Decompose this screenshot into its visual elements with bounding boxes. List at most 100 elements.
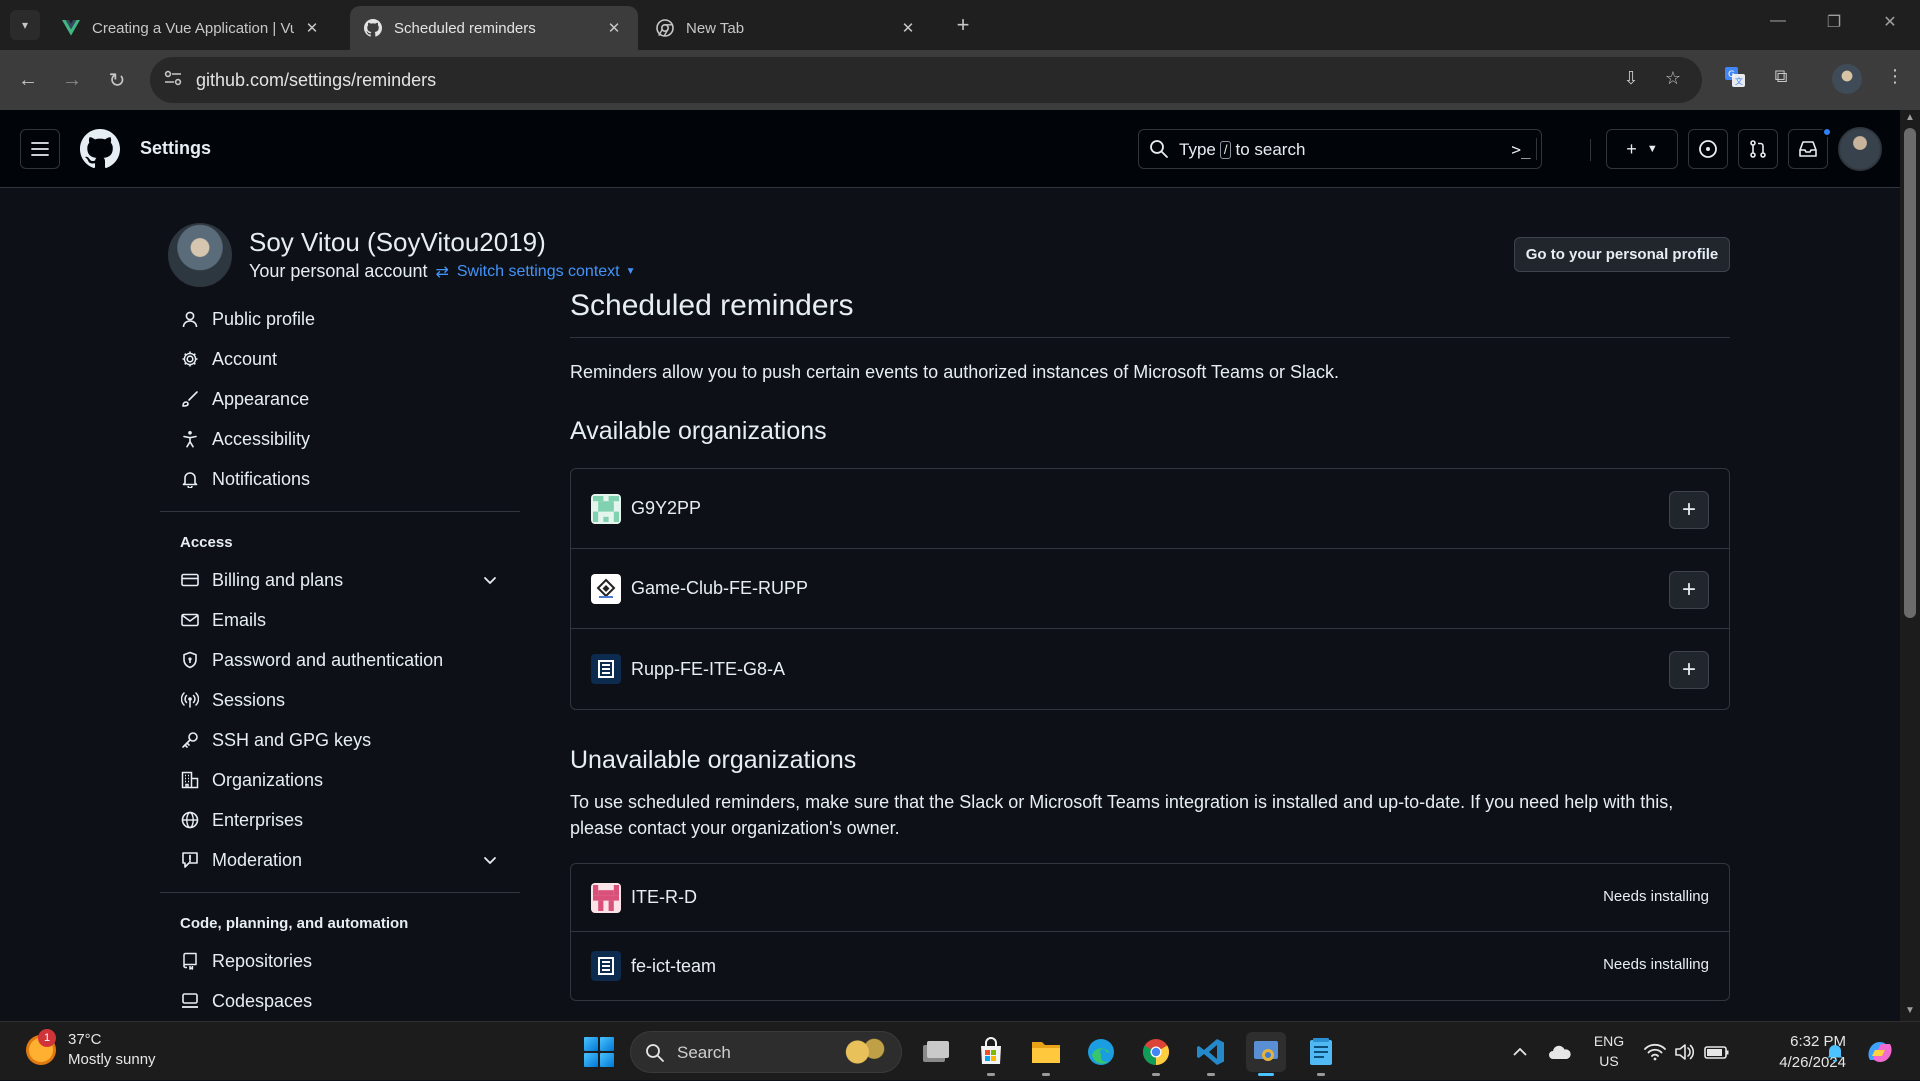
plus-icon: + [1681,576,1696,603]
windows-start-icon[interactable] [584,1037,614,1067]
language-indicator[interactable]: ENG US [1592,1031,1626,1071]
tab-new-tab[interactable]: New Tab ✕ [642,6,932,50]
address-bar[interactable]: github.com/settings/reminders ⇩ ☆ [150,57,1702,103]
add-reminder-button[interactable]: + [1669,651,1709,689]
caret-down-icon: ▼ [625,266,636,277]
sidebar-item-account[interactable]: Account [160,339,520,379]
sidebar-item-notifications[interactable]: Notifications [160,459,520,499]
extensions-icon[interactable]: ⧉ [1766,66,1796,96]
scrollbar-thumb[interactable] [1904,128,1916,618]
notification-bell-icon[interactable] [1826,1022,1844,1081]
task-view-icon[interactable] [916,1032,956,1072]
reload-icon[interactable]: ↻ [101,64,133,96]
github-logo-icon[interactable] [80,129,120,169]
battery-icon[interactable] [1704,1022,1730,1081]
context-title[interactable]: Settings [140,138,211,159]
chevron-down-icon[interactable] [482,852,498,868]
taskbar-search[interactable]: Search [630,1031,902,1073]
notepad-icon[interactable] [1301,1032,1341,1076]
sidebar-item-enterprises[interactable]: Enterprises [160,800,520,840]
vue-icon [62,19,80,37]
tab-search-button[interactable]: ▾ [10,10,40,40]
sidebar-item-emails[interactable]: Emails [160,600,520,640]
list-item: Game-Club-FE-RUPP + [571,549,1729,629]
close-tab-icon[interactable]: ✕ [898,19,918,37]
search-input[interactable]: Type / to search [1138,129,1542,169]
user-avatar[interactable] [1838,127,1882,171]
wifi-icon[interactable] [1644,1022,1666,1081]
chrome-taskbar-icon[interactable] [1136,1032,1176,1076]
svg-text:G: G [1728,70,1735,80]
show-hidden-icons[interactable] [1512,1022,1528,1081]
plus-icon: + [1681,656,1696,683]
command-palette-icon[interactable]: >_ [1500,129,1542,169]
site-info-icon[interactable] [164,70,186,90]
scroll-up-icon[interactable]: ▲ [1904,112,1916,123]
onedrive-icon[interactable] [1548,1022,1572,1081]
tab-vue-docs[interactable]: Creating a Vue Application | Vu ✕ [48,6,336,50]
active-app-icon[interactable] [1246,1032,1286,1076]
sidebar-item-appearance[interactable]: Appearance [160,379,520,419]
sidebar-item-ssh-gpg[interactable]: SSH and GPG keys [160,720,520,760]
scroll-down-icon[interactable]: ▼ [1904,1005,1916,1016]
hamburger-menu-button[interactable] [20,129,60,169]
close-tab-icon[interactable]: ✕ [604,19,624,37]
chrome-menu-icon[interactable]: ⋮ [1880,66,1910,96]
sidebar-item-sessions[interactable]: Sessions [160,680,520,720]
edge-icon[interactable] [1081,1032,1121,1072]
new-tab-button[interactable]: + [948,10,978,40]
restore-icon[interactable]: ❐ [1806,12,1862,32]
list-item: G9Y2PP + [571,469,1729,549]
minimize-icon[interactable]: — [1750,12,1806,30]
close-tab-icon[interactable]: ✕ [302,19,322,37]
go-to-personal-profile-button[interactable]: Go to your personal profile [1514,237,1730,272]
broadcast-icon [180,690,200,710]
tab-title: Creating a Vue Application | Vu [92,19,294,37]
microsoft-store-icon[interactable] [971,1032,1011,1076]
add-reminder-button[interactable]: + [1669,571,1709,609]
add-reminder-button[interactable]: + [1669,491,1709,529]
create-new-button[interactable]: + ▼ [1606,129,1678,169]
org-avatar [591,493,621,524]
sidebar-item-password-auth[interactable]: Password and authentication [160,640,520,680]
sidebar-divider [160,892,520,893]
settings-page: Soy Vitou (SoyVitou2019) Your personal a… [0,189,1900,1021]
github-header: Settings Type / to search >_ + ▼ [0,110,1900,188]
sidebar-item-moderation[interactable]: Moderation [160,840,520,880]
sidebar-item-billing[interactable]: Billing and plans [160,560,520,600]
app-running-indicator [987,1073,995,1076]
windows-taskbar: 1 37°C Mostly sunny Search ENG US 6:32 P… [0,1021,1920,1080]
switch-settings-context-link[interactable]: ⇄ Switch settings context ▼ [435,262,635,282]
pull-requests-button[interactable] [1738,129,1778,169]
bookmark-star-icon[interactable]: ☆ [1660,68,1686,94]
sidebar-item-codespaces[interactable]: Codespaces [160,981,520,1021]
profile-avatar-icon[interactable] [1832,64,1862,94]
weather-widget[interactable]: 1 37°C Mostly sunny [26,1029,156,1070]
sidebar-item-repositories[interactable]: Repositories [160,941,520,981]
chevron-down-icon[interactable] [482,572,498,588]
translate-icon[interactable]: G文 [1720,66,1750,96]
issue-opened-icon [1699,140,1717,158]
close-window-icon[interactable]: ✕ [1862,12,1918,32]
install-app-icon[interactable]: ⇩ [1618,68,1644,94]
page-description: Reminders allow you to push certain even… [570,362,1340,382]
forward-icon[interactable]: → [56,64,88,96]
url-text[interactable]: github.com/settings/reminders [196,70,436,91]
repo-icon [180,951,200,971]
sidebar-item-accessibility[interactable]: Accessibility [160,419,520,459]
copilot-icon[interactable] [1864,1022,1896,1081]
sidebar-item-label: Accessibility [212,428,311,449]
settings-sidebar: Public profile Account Appearance Access… [160,299,520,1021]
vscode-icon[interactable] [1191,1032,1231,1076]
sidebar-item-public-profile[interactable]: Public profile [160,299,520,339]
issues-button[interactable] [1688,129,1728,169]
back-icon[interactable]: ← [12,64,44,96]
sidebar-item-label: Moderation [212,849,303,870]
file-explorer-icon[interactable] [1026,1032,1066,1076]
page-scrollbar[interactable]: ▲ ▼ [1900,110,1920,1021]
available-orgs-heading: Available organizations [570,417,827,445]
org-name: Rupp-FE-ITE-G8-A [631,658,786,679]
tab-scheduled-reminders[interactable]: Scheduled reminders ✕ [350,6,638,50]
sidebar-item-organizations[interactable]: Organizations [160,760,520,800]
volume-icon[interactable] [1674,1022,1694,1081]
